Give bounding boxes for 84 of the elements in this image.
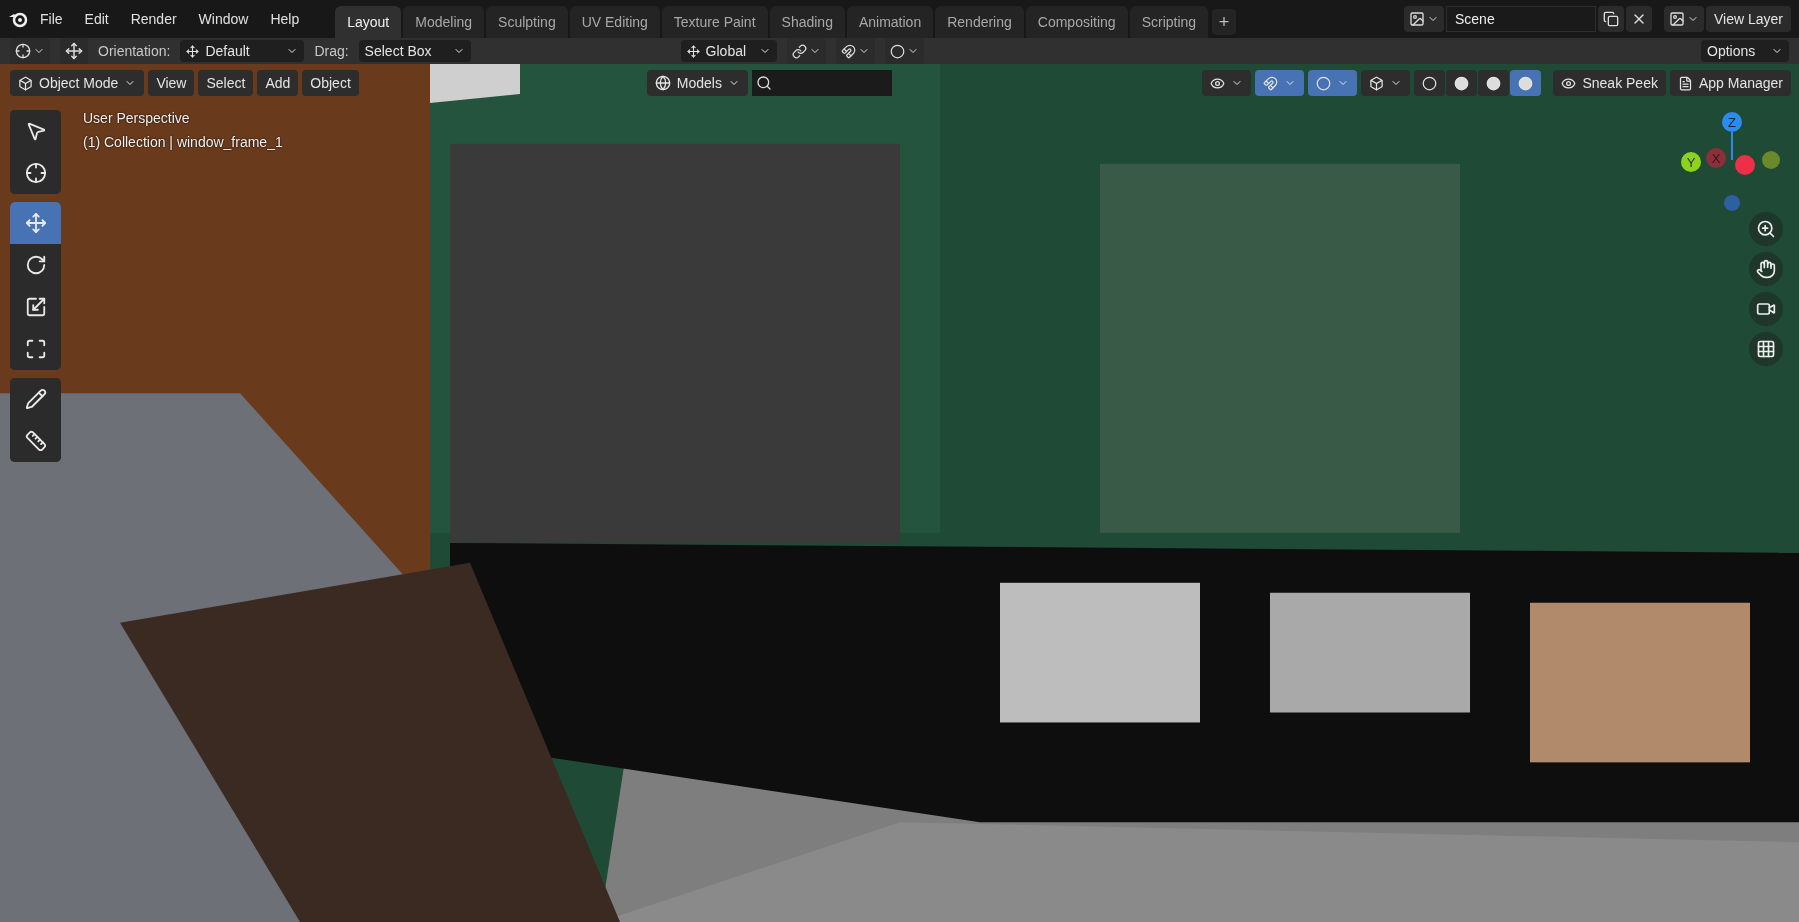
pivot-point-button[interactable] xyxy=(786,38,826,64)
menu-item[interactable]: Edit xyxy=(74,7,119,31)
measure-icon xyxy=(24,430,47,452)
shading-mode-button[interactable] xyxy=(1446,70,1478,96)
rotate-icon xyxy=(24,254,47,276)
negative-y-handle[interactable] xyxy=(1762,151,1780,169)
view-layer-browse-button[interactable] xyxy=(1664,6,1704,32)
cursor-icon xyxy=(24,162,47,184)
asset-library-dropdown[interactable]: Models xyxy=(646,70,748,96)
negative-x-handle[interactable] xyxy=(1735,155,1755,175)
toggle-icon xyxy=(1316,75,1332,91)
search-icon xyxy=(755,75,772,91)
app-manager-button[interactable]: App Manager xyxy=(1669,70,1791,96)
toggle-icon xyxy=(1210,75,1226,91)
transform-icon xyxy=(24,338,47,360)
copy-button[interactable] xyxy=(1598,6,1624,32)
magnet-icon xyxy=(840,43,856,59)
sneak-peek-button[interactable]: Sneak Peek xyxy=(1553,70,1666,96)
workspace-tab[interactable]: Scripting xyxy=(1129,6,1209,38)
workspace-tab[interactable]: Compositing xyxy=(1025,6,1128,38)
add-workspace-button[interactable]: + xyxy=(1212,9,1237,35)
eye-icon xyxy=(1561,75,1577,91)
search-field[interactable] xyxy=(751,70,892,96)
snap-button[interactable] xyxy=(835,38,875,64)
toggle-icon xyxy=(1263,75,1279,91)
scale-icon xyxy=(24,296,47,318)
viewport-menu[interactable]: View xyxy=(148,70,195,96)
cube-icon xyxy=(18,75,33,91)
workspace-tab[interactable]: Rendering xyxy=(935,6,1024,38)
overlay-toggle[interactable] xyxy=(1361,70,1411,96)
toggle-icon xyxy=(1369,75,1385,91)
options-dropdown[interactable]: Options xyxy=(1701,40,1789,62)
workspace-tab[interactable]: Shading xyxy=(769,6,845,38)
annotate-icon xyxy=(24,388,47,410)
overlay-toggle[interactable] xyxy=(1255,70,1305,96)
scene-field[interactable]: Scene xyxy=(1446,6,1596,32)
overlay-toggle[interactable] xyxy=(1202,70,1252,96)
move-tool-button[interactable] xyxy=(60,38,88,64)
hand-icon xyxy=(1756,259,1776,279)
viewport-menu[interactable]: Add xyxy=(257,70,299,96)
close-button[interactable] xyxy=(1626,6,1652,32)
menu-item[interactable]: Help xyxy=(260,7,310,31)
viewport-info-text: User Perspective xyxy=(83,110,191,126)
workspace-tab[interactable]: Texture Paint xyxy=(661,6,768,38)
view-layer-field[interactable]: View Layer xyxy=(1706,6,1791,32)
shading-mode-button[interactable] xyxy=(1414,70,1446,96)
scene-browse-button[interactable] xyxy=(1404,6,1444,32)
sphere-icon xyxy=(1486,75,1502,91)
grid-icon xyxy=(1756,339,1776,359)
negative-z-handle[interactable] xyxy=(1724,195,1740,211)
menu-item[interactable]: Window xyxy=(188,7,259,31)
link-icon xyxy=(791,43,807,59)
mode-dropdown[interactable]: Object Mode xyxy=(10,70,145,96)
viewport-menu[interactable]: Select xyxy=(198,70,254,96)
workspace-tab[interactable]: Modeling xyxy=(403,6,485,38)
sphere-icon xyxy=(1454,75,1470,91)
shading-mode-button[interactable] xyxy=(1510,70,1542,96)
copy-icon xyxy=(1603,11,1619,27)
workspace-tab[interactable]: Layout xyxy=(335,6,402,38)
drag-dropdown[interactable]: Select Box xyxy=(358,40,471,62)
proportional-edit-button[interactable] xyxy=(884,38,924,64)
transform-pivot-button[interactable] xyxy=(10,38,50,64)
globe-icon xyxy=(654,75,671,91)
transform-orientation-dropdown[interactable]: Global xyxy=(680,40,777,62)
shading-mode-button[interactable] xyxy=(1478,70,1510,96)
app-logo-icon[interactable] xyxy=(8,10,28,28)
document-icon xyxy=(1677,75,1693,91)
viewport-info-text: (1) Collection | window_frame_1 xyxy=(83,134,283,150)
orientation-label: Orientation: xyxy=(98,43,171,59)
viewport-menu[interactable]: Object xyxy=(302,70,359,96)
move-icon xyxy=(65,42,83,60)
workspace-tab[interactable]: Animation xyxy=(846,6,934,38)
sphere-icon xyxy=(1518,75,1534,91)
sphere-icon xyxy=(1422,75,1438,91)
workspace-tab[interactable]: UV Editing xyxy=(569,6,660,38)
zoom-icon xyxy=(1756,219,1776,239)
menu-item[interactable]: File xyxy=(30,7,73,31)
menu-item[interactable]: Render xyxy=(120,7,187,31)
move-icon xyxy=(24,212,47,234)
drag-label: Drag: xyxy=(314,43,349,59)
orientation-dropdown[interactable]: Default xyxy=(180,40,305,62)
workspace-tab[interactable]: Sculpting xyxy=(486,6,568,38)
overlay-toggle[interactable] xyxy=(1308,70,1358,96)
y-axis-handle[interactable]: Y xyxy=(1681,152,1701,172)
